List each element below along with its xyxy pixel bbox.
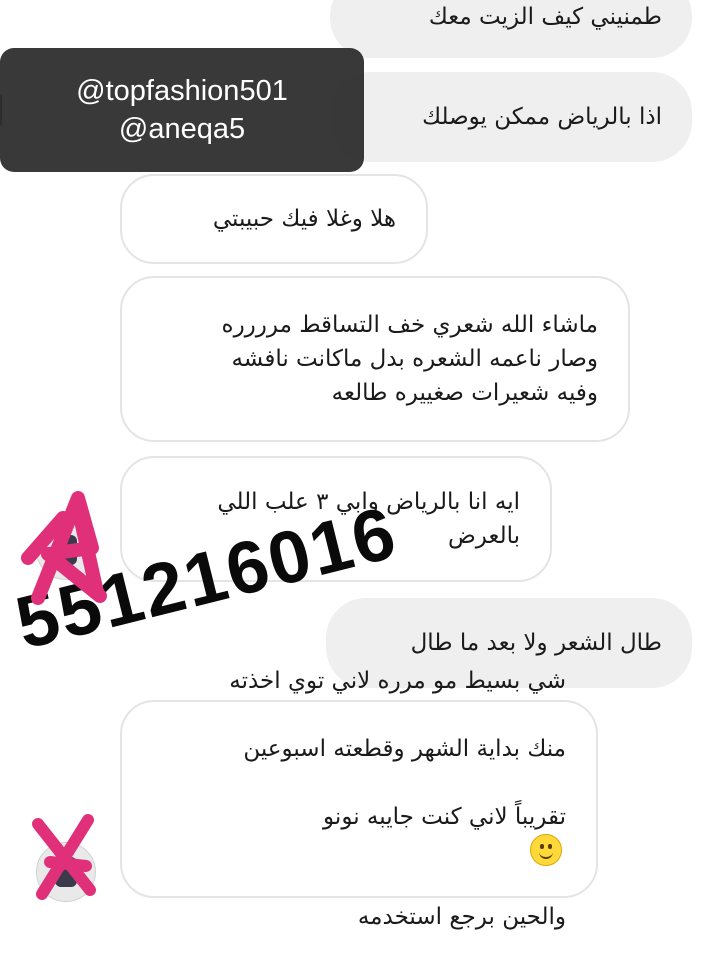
message-bubble-outgoing[interactable]: طمنيني كيف الزيت معك bbox=[330, 0, 692, 58]
scribble-mark-top bbox=[21, 491, 107, 605]
message-text: هلا وغلا فيك حبيبتي bbox=[212, 206, 396, 232]
message-text: طمنيني كيف الزيت معك bbox=[428, 4, 662, 30]
handle-aneqa: @aneqa5 bbox=[118, 113, 246, 145]
scribble-mark-bottom bbox=[32, 814, 96, 900]
message-text: ماشاء الله شعري خف التساقط مرررره وصار ن… bbox=[221, 312, 598, 406]
handle-topfashion: @topfashion501 bbox=[76, 75, 288, 107]
smiley-emoji-icon bbox=[530, 834, 562, 866]
message-bubble-incoming[interactable]: شي بسيط مو مرره لاني توي اخذته منك بداية… bbox=[120, 668, 598, 930]
message-bubble-incoming[interactable]: ماشاء الله شعري خف التساقط مرررره وصار ن… bbox=[120, 276, 630, 442]
message-bubble-outgoing[interactable]: اذا بالرياض ممكن يوصلك bbox=[330, 72, 692, 162]
message-bubble-incoming[interactable]: هلا وغلا فيك حبيبتي bbox=[120, 174, 428, 264]
message-text: اذا بالرياض ممكن يوصلك bbox=[422, 104, 662, 130]
message-text: شي بسيط مو مرره لاني توي اخذته منك بداية… bbox=[229, 668, 566, 930]
account-tag-overlay[interactable]: @topfashion501 @aneqa5 bbox=[0, 48, 364, 172]
